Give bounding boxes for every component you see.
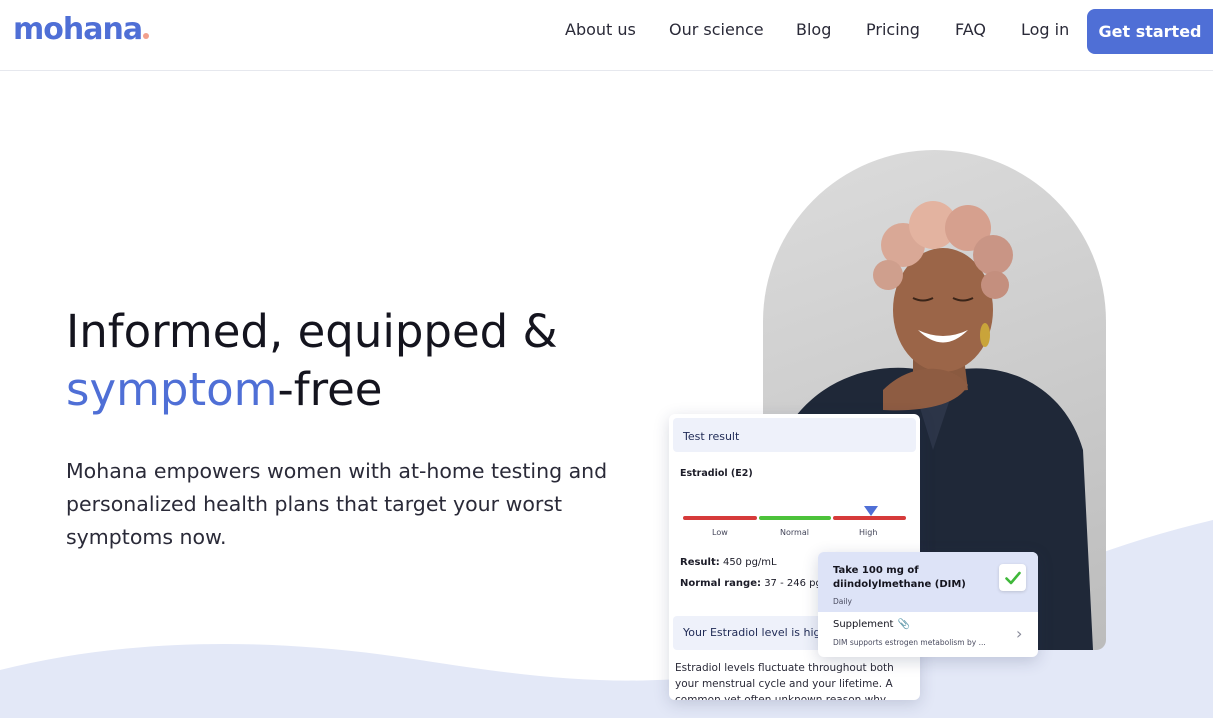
level-label-low: Low <box>712 528 728 537</box>
summary-body: Estradiol levels fluctuate throughout bo… <box>675 662 894 700</box>
headline-line1: Informed, equipped & <box>66 305 558 358</box>
result-row: Result: 450 pg/mL <box>680 557 777 568</box>
site-header: mohana About us Our science Blog Pricing… <box>0 0 1213 71</box>
nav-blog[interactable]: Blog <box>796 20 831 39</box>
level-bar-normal <box>759 516 831 520</box>
supplement-type-label: Supplement <box>833 619 894 630</box>
level-bar-high <box>833 516 906 520</box>
hero-headline: Informed, equipped & symptom-free <box>66 303 558 419</box>
paperclip-icon: 📎 <box>897 619 910 630</box>
checkmark-icon[interactable] <box>999 564 1026 591</box>
hormone-name: Estradiol (E2) <box>680 468 753 479</box>
range-row: Normal range: 37 - 246 pg/mL <box>680 578 841 589</box>
level-bar-low <box>683 516 757 520</box>
level-marker-icon <box>864 506 878 516</box>
supplement-description: DIM supports estrogen metabolism by ... <box>833 638 986 647</box>
supplement-title: Take 100 mg of diindolylmethane (DIM) <box>833 565 966 590</box>
supplement-card[interactable]: Take 100 mg of diindolylmethane (DIM) Da… <box>818 552 1038 657</box>
range-label: Normal range: <box>680 578 761 589</box>
nav-faq[interactable]: FAQ <box>955 20 986 39</box>
result-value: 450 pg/mL <box>722 557 777 568</box>
mohana-logo[interactable]: mohana <box>13 12 150 47</box>
result-label: Result: <box>680 557 720 568</box>
supplement-type: Supplement 📎 <box>833 619 910 630</box>
logo-text: mohana <box>13 12 143 47</box>
logo-dot-icon <box>143 33 150 39</box>
nav-pricing[interactable]: Pricing <box>866 20 920 39</box>
headline-suffix: -free <box>277 363 383 416</box>
level-label-high: High <box>859 528 878 537</box>
chevron-right-icon[interactable]: › <box>1016 624 1022 643</box>
test-result-header: Test result <box>673 418 916 452</box>
nav-about-us[interactable]: About us <box>565 20 636 39</box>
nav-our-science[interactable]: Our science <box>669 20 764 39</box>
level-label-normal: Normal <box>780 528 809 537</box>
supplement-frequency: Daily <box>833 597 852 606</box>
get-started-button[interactable]: Get started <box>1087 9 1213 54</box>
headline-accent-word: symptom <box>66 363 278 416</box>
hero-subtext: Mohana empowers women with at-home testi… <box>66 459 608 549</box>
nav-log-in[interactable]: Log in <box>1021 20 1069 39</box>
